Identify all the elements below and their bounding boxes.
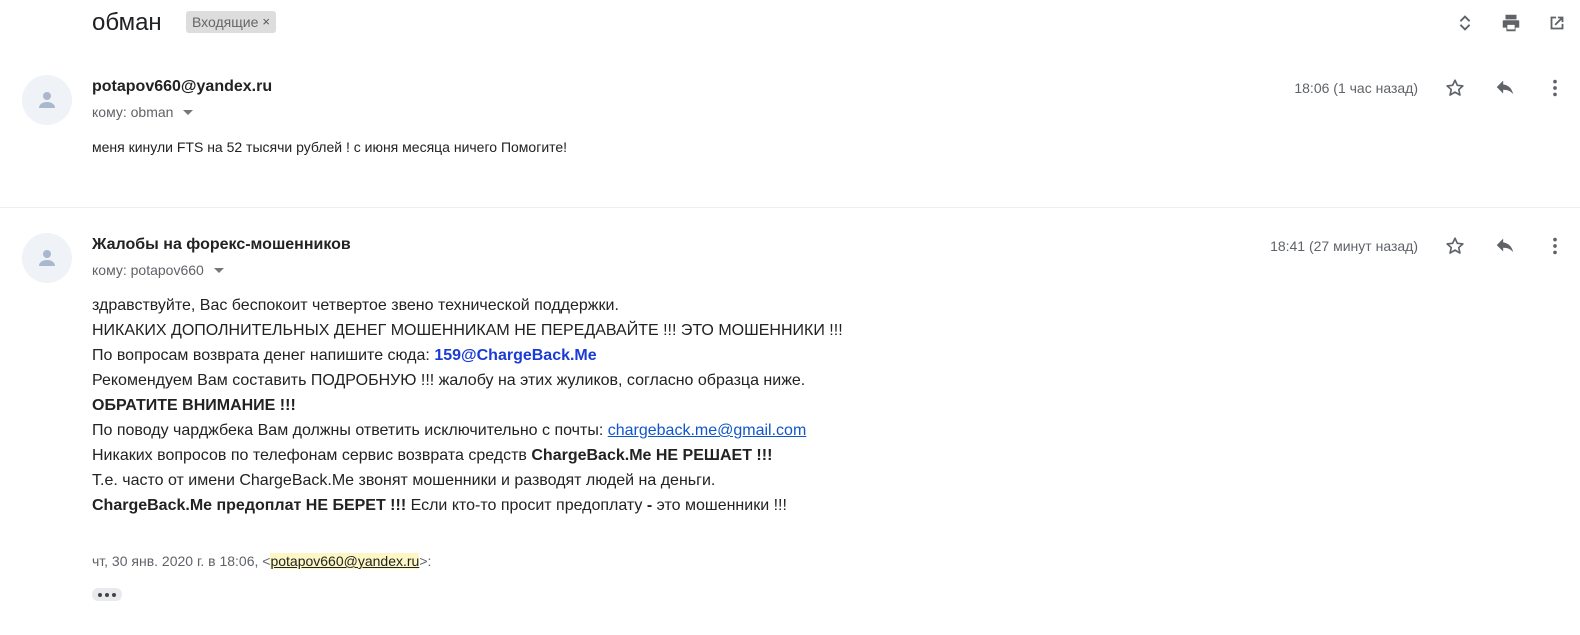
body-bold-text: ОБРАТИТЕ ВНИМАНИЕ !!! [92,397,296,414]
recipient-text: кому: obman [92,104,174,120]
message-body: здравствуйте, Вас беспокоит четвертое зв… [92,293,843,518]
dot [105,592,109,597]
gmail-link[interactable]: chargeback.me@gmail.com [608,422,807,439]
body-text: это мошенники !!! [652,497,787,514]
quote-suffix: >: [419,553,432,569]
star-icon[interactable] [1430,232,1480,260]
thread-toolbar [1442,10,1580,36]
quote-email-link[interactable]: potapov660@yandex.ru [270,553,420,569]
email-subject: обман [92,9,162,36]
sender-name: Жалобы на форекс-мошенников [92,236,351,253]
chargeback-email-link[interactable]: 159@ChargeBack.Me [434,347,596,364]
body-text: По вопросам возврата денег напишите сюда… [92,347,435,364]
body-text: Если кто-то просит предоплату [406,497,647,514]
label-remove-icon[interactable]: × [262,11,270,33]
open-new-window-icon[interactable] [1534,10,1580,36]
subject-bar: обман Входящие × [0,0,1580,46]
recipient: кому: potapov660 [92,262,224,278]
timestamp: 18:06 (1 час назад) [1294,80,1418,96]
message-meta: 18:41 (27 минут назад) [1270,232,1580,260]
body-line: По вопросам возврата денег напишите сюда… [92,343,843,368]
body-line: По поводу чарджбека Вам должны ответить … [92,418,843,443]
show-trimmed-content-button[interactable] [92,588,122,601]
star-icon[interactable] [1430,74,1480,102]
label-inbox[interactable]: Входящие × [186,11,276,33]
body-text: По поводу чарджбека Вам должны ответить … [92,422,608,439]
body-line: здравствуйте, Вас беспокоит четвертое зв… [92,297,619,314]
more-vertical-icon[interactable] [1530,74,1580,102]
avatar [22,233,72,283]
avatar [22,75,72,125]
dot [112,592,116,597]
message-body: меня кинули FTS на 52 тысячи рублей ! с … [92,139,568,155]
body-line: Т.е. часто от имени ChargeBack.Me звонят… [92,472,716,489]
print-icon[interactable] [1488,10,1534,36]
timestamp: 18:41 (27 минут назад) [1270,238,1418,254]
quote-header: чт, 30 янв. 2020 г. в 18:06, <potapov660… [92,553,431,569]
message-1: potapov660@yandex.ru кому: obman 18:06 (… [0,64,1580,208]
person-icon [39,250,55,266]
body-bold-text: ChargeBack.Me НЕ РЕШАЕТ !!! [531,447,773,464]
body-text: Никаких вопросов по телефонам сервис воз… [92,447,532,464]
more-vertical-icon[interactable] [1530,232,1580,260]
body-line: ОБРАТИТЕ ВНИМАНИЕ !!! [92,393,843,418]
reply-icon[interactable] [1480,74,1530,102]
body-line: ChargeBack.Me предоплат НЕ БЕРЕТ !!! Есл… [92,493,843,518]
message-2: Жалобы на форекс-мошенников кому: potapo… [0,222,1580,632]
chevron-down-icon[interactable] [213,267,224,273]
body-line: НИКАКИХ ДОПОЛНИТЕЛЬНЫХ ДЕНЕГ МОШЕННИКАМ … [92,322,843,339]
sender-name: potapov660@yandex.ru [92,78,273,95]
body-bold-text: ChargeBack.Me предоплат НЕ БЕРЕТ !!! [92,497,407,514]
expand-collapse-icon[interactable] [1442,10,1488,36]
reply-icon[interactable] [1480,232,1530,260]
body-line: Никаких вопросов по телефонам сервис воз… [92,443,843,468]
body-line: Рекомендуем Вам составить ПОДРОБНУЮ !!! … [92,372,806,389]
recipient: кому: obman [92,104,194,120]
message-meta: 18:06 (1 час назад) [1294,74,1580,102]
label-inbox-text: Входящие [192,14,259,30]
quote-prefix: чт, 30 янв. 2020 г. в 18:06, < [92,553,271,569]
dot [98,592,102,597]
person-icon [39,92,55,108]
chevron-down-icon[interactable] [183,109,194,115]
recipient-text: кому: potapov660 [92,262,204,278]
